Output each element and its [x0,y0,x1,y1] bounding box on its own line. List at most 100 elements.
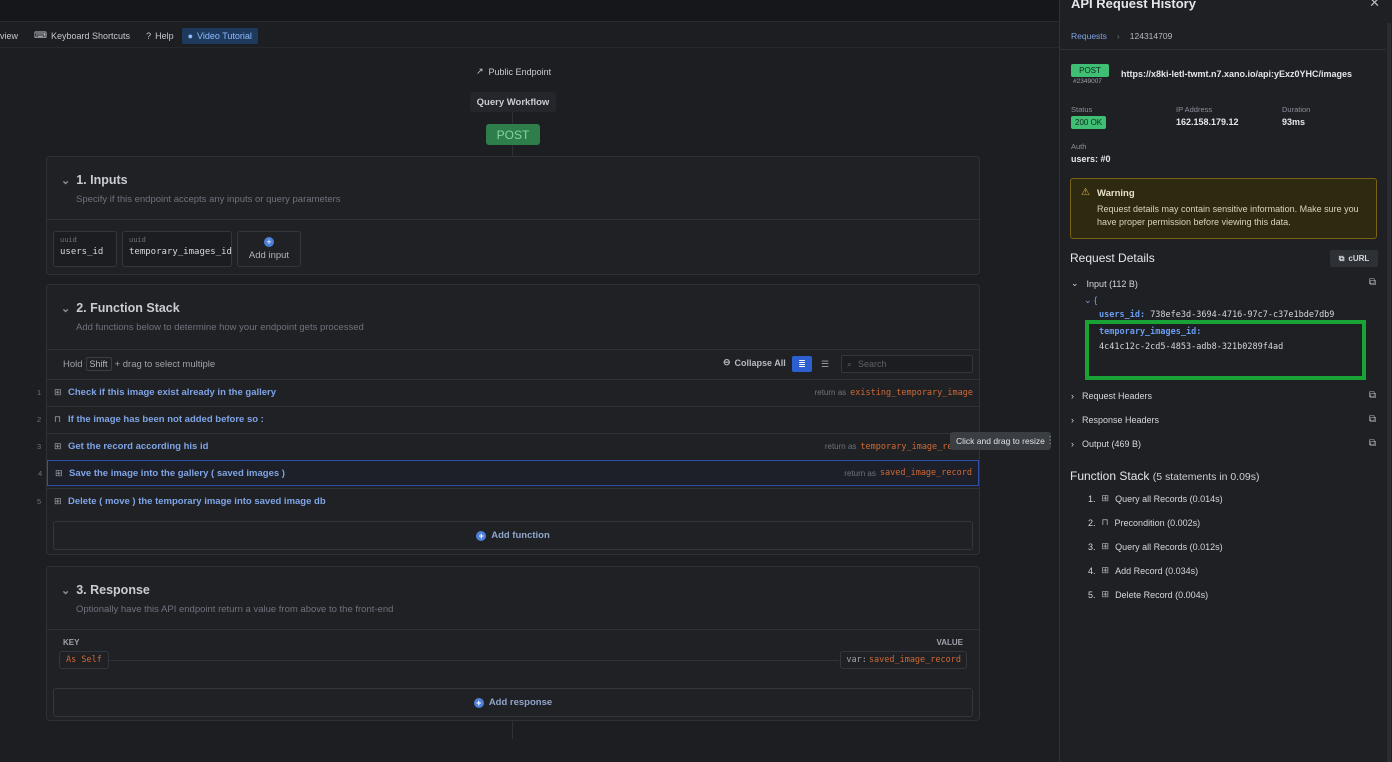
function-stack-title[interactable]: ⌄ 2. Function Stack [61,301,180,315]
response-row[interactable]: As Self var: saved_image_record [47,651,979,673]
list-view-button[interactable]: ≣ [792,356,812,372]
fs-item-number: 4. [1088,565,1096,576]
search-placeholder: Search [858,359,887,369]
plus-icon: + [476,530,487,541]
fs-item-label: Query all Records (0.012s) [1115,541,1223,552]
input-temporary-images-id[interactable]: uuid temporary_images_id [122,231,232,267]
function-row[interactable]: 2 ⊓ If the image has been not added befo… [37,406,979,432]
shift-key: Shift [85,357,112,371]
function-stack-section: ⌄ 2. Function Stack Add functions below … [37,284,980,555]
chevron-down-icon: ⌄ [61,302,71,315]
response-subtitle: Optionally have this API endpoint return… [76,604,394,615]
warning-box: ⚠ Warning Request details may contain se… [1070,178,1377,239]
lock-icon: ⊓ [54,414,62,424]
help-button[interactable]: ? Help [138,24,182,47]
keyboard-shortcuts-button[interactable]: ⌨ Keyboard Shortcuts [26,24,138,47]
copy-icon[interactable]: ⧉ [1369,438,1376,449]
collapse-all-button[interactable]: ⊖ Collapse All [723,357,786,368]
input-users-id[interactable]: uuid users_id [53,231,117,267]
function-search-input[interactable]: ⌕ Search [841,355,973,373]
fs-item-number: 1. [1088,493,1096,504]
auth-label: Auth [1071,142,1087,151]
add-response-button[interactable]: + Add response [53,688,973,717]
method-badge[interactable]: POST [486,124,540,145]
response-key[interactable]: As Self [59,651,109,669]
key-header: KEY [63,638,80,647]
plus-icon: + [264,237,274,247]
add-input-label: Add input [248,250,290,261]
json-brace: { [1094,295,1098,305]
video-tutorial-button[interactable]: ● Video Tutorial [181,27,258,44]
breadcrumb-requests-link[interactable]: Requests [1071,31,1107,41]
table-icon: ⊞ [54,441,62,451]
function-stack-controls: Hold Shift + drag to select multiple ⊖ C… [47,349,979,377]
add-function-button[interactable]: + Add function [53,521,973,550]
workflow-canvas: view ⌨ Keyboard Shortcuts ? Help ● Video… [0,0,1059,762]
play-circle-icon: ● [187,30,194,41]
inputs-title-text: 1. Inputs [76,173,128,187]
breadcrumb-current: 124314709 [1129,30,1173,41]
collapse-all-label: Collapse All [734,357,786,368]
duration-label: Duration [1282,105,1311,114]
json-toggle[interactable]: ⌄ { [1084,295,1097,306]
ip-address-value: 162.158.179.12 [1176,117,1239,127]
value-prefix: var: [846,655,867,665]
response-headers-toggle[interactable]: › Response Headers [1071,415,1159,425]
function-label: Save the image into the gallery ( saved … [69,467,285,479]
warning-body: Request details may contain sensitive in… [1097,204,1359,227]
response-headers-label: Response Headers [1082,415,1160,425]
response-title[interactable]: ⌄ 3. Response [61,583,150,597]
row-number: 4 [38,468,43,478]
response-section: ⌄ 3. Response Optionally have this API e… [46,566,980,721]
fs-item-number: 3. [1088,541,1096,552]
panel-scrollbar[interactable] [1387,23,1391,762]
resize-handle-icon[interactable]: ⋮ [1044,430,1056,452]
inputs-title[interactable]: ⌄ 1. Inputs [61,173,128,187]
output-toggle[interactable]: › Output (469 B) [1071,439,1141,449]
table-icon: ⊞ [54,387,62,397]
fs-item-label: Add Record (0.034s) [1115,565,1199,576]
fs-item: 2. ⊓ Precondition (0.002s) [1088,517,1200,528]
ip-address-label: IP Address [1176,105,1213,114]
query-workflow-button[interactable]: Query Workflow [470,92,556,112]
copy-icon: ⧉ [1338,253,1345,263]
external-link-icon: ↗ [476,66,484,76]
response-header: KEY VALUE [47,629,979,647]
input-label: Input (112 B) [1086,278,1138,289]
close-icon[interactable]: ✕ [1369,0,1380,11]
request-headers-toggle[interactable]: › Request Headers [1071,391,1152,401]
copy-icon[interactable]: ⧉ [1369,414,1376,425]
copy-icon[interactable]: ⧉ [1369,390,1376,401]
fs-summary: (5 statements in 0.09s) [1152,471,1260,483]
input-toggle[interactable]: ⌄ Input (112 B) [1071,278,1138,289]
warning-icon: ⚠ [1081,187,1090,198]
connector-line [512,112,513,124]
return-as: return as saved_image_record [844,468,972,478]
json-line: users_id: 738efe3d-3694-4716-97c7-c37e1b… [1099,310,1334,320]
copy-icon[interactable]: ⧉ [1369,277,1376,288]
add-function-label: Add function [491,530,550,541]
help-label: Help [155,30,174,41]
function-label: If the image has been not added before s… [68,414,264,425]
table-icon: ⊞ [54,496,62,506]
function-row[interactable]: 3 ⊞ Get the record according his id retu… [37,433,979,459]
add-input-button[interactable]: + Add input [237,231,301,267]
chevron-right-icon: › [1071,439,1074,449]
list-icon: ≣ [798,359,806,369]
return-variable: existing_temporary_image [850,387,973,398]
function-label: Get the record according his id [68,441,209,452]
function-stack-title-text: 2. Function Stack [76,301,180,315]
response-value[interactable]: var: saved_image_record [840,651,967,669]
preview-button[interactable]: view [0,24,26,47]
fs-item: 4. ⊞ Add Record (0.034s) [1088,565,1198,576]
help-circle-icon: ? [146,30,152,41]
function-row-selected[interactable]: 4 ⊞ Save the image into the gallery ( sa… [38,460,979,486]
table-icon: ⊞ [1101,589,1110,599]
curl-button[interactable]: ⧉ cURL [1330,250,1378,267]
request-headers-label: Request Headers [1082,391,1153,401]
compact-view-button[interactable]: ☰ [817,356,833,372]
function-row[interactable]: 1 ⊞ Check if this image exist already in… [37,379,979,405]
function-row[interactable]: 5 ⊞ Delete ( move ) the temporary image … [37,488,979,514]
return-as: return as existing_temporary_image [815,388,973,398]
table-icon: ⊞ [55,467,63,478]
